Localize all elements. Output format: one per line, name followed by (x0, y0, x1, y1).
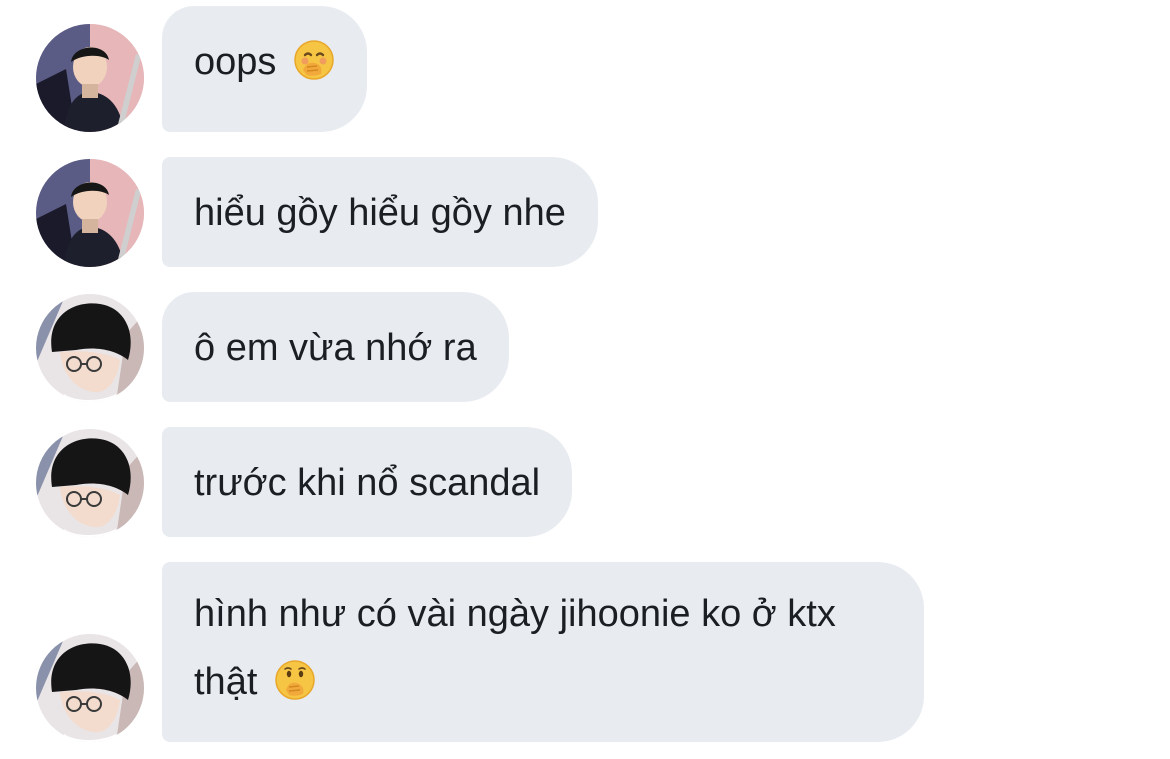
avatar-photo-icon (36, 159, 144, 267)
face-with-hand-over-mouth-icon (274, 655, 316, 700)
message-bubble[interactable]: ô em vừa nhớ ra (162, 292, 509, 402)
message-bubble[interactable]: oops (162, 6, 367, 132)
avatar-photo-icon (36, 294, 144, 402)
message-text: oops (194, 41, 277, 83)
avatar-photo-icon (36, 634, 144, 742)
avatar[interactable] (36, 294, 144, 402)
avatar[interactable] (36, 634, 144, 742)
avatar[interactable] (36, 24, 144, 132)
message-text: hiểu gồy hiểu gồy nhe (194, 192, 566, 234)
message-bubble[interactable]: hiểu gồy hiểu gồy nhe (162, 157, 598, 267)
avatar[interactable] (36, 159, 144, 267)
message-bubble[interactable]: trước khi nổ scandal (162, 427, 573, 537)
message-text: trước khi nổ scandal (194, 462, 541, 504)
message-bubble[interactable]: hình như có vài ngày jihoonie ko ở ktx t… (162, 562, 924, 742)
avatar[interactable] (36, 429, 144, 537)
avatar-photo-icon (36, 429, 144, 537)
message-text: ô em vừa nhớ ra (194, 327, 477, 369)
avatar-photo-icon (36, 24, 144, 132)
face-with-hand-over-mouth-icon (293, 35, 335, 80)
